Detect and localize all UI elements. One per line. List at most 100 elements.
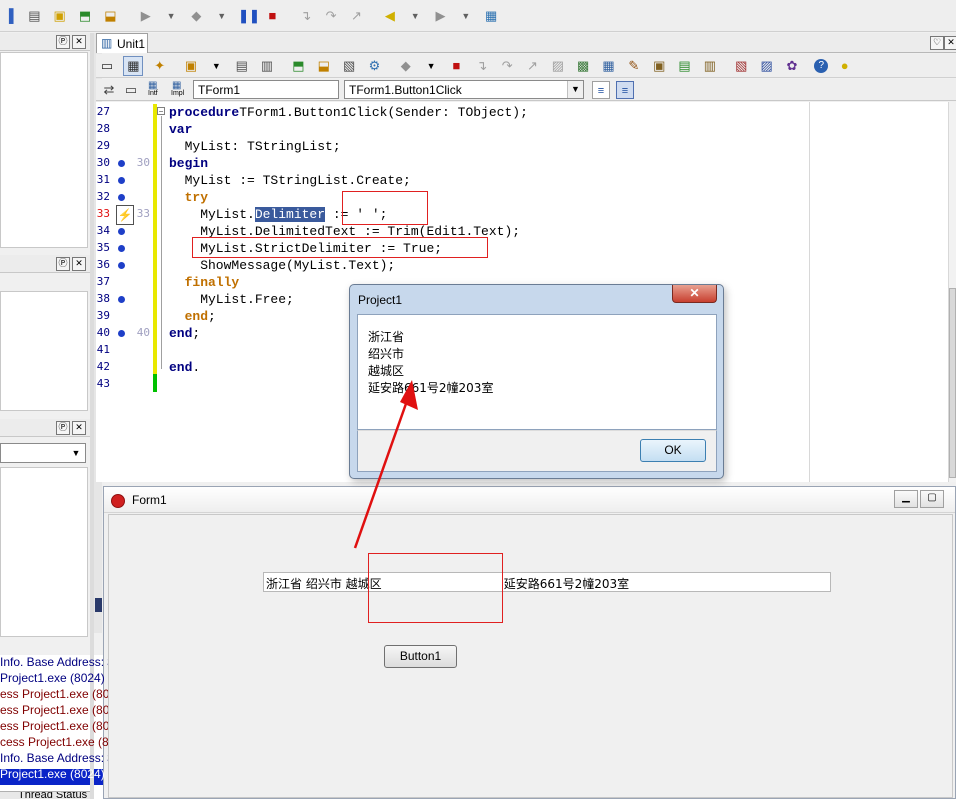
chevron-down-icon[interactable]: ▼ [457,7,475,25]
thread-status-tab[interactable]: Thread Status [0,791,90,799]
editor-vscrollbar[interactable] [948,102,956,482]
stop-icon[interactable]: ■ [447,57,465,75]
evaluate-icon[interactable]: ▨ [549,57,567,75]
forward-arrow-icon[interactable]: ▶ [432,7,450,25]
event-log-line[interactable]: Info. Base Address: $ [0,751,108,765]
executable-line-dot[interactable] [118,330,125,337]
align-right-icon[interactable]: ≡ [616,81,634,99]
breakpoint-execution-icon[interactable]: ⚡ [116,205,134,225]
help-book-icon[interactable]: ▦ [482,7,500,25]
align-left-icon[interactable]: ≡ [592,81,610,99]
toggle-form-icon[interactable]: ⇄ [100,81,118,99]
code-line[interactable]: 36 ShowMessage(MyList.Text); [96,257,808,274]
close-icon[interactable]: ✕ [72,421,86,435]
pin-icon[interactable]: Ⓟ [56,257,70,271]
executable-line-dot[interactable] [118,177,125,184]
code-view-icon[interactable]: ▦ [123,56,144,76]
code-line[interactable]: 32 try [96,189,808,206]
chevron-down-icon[interactable]: ▼ [207,57,225,75]
close-icon[interactable]: ✕ [72,257,86,271]
button1[interactable]: Button1 [384,645,457,668]
component-icon-2[interactable]: ▦ [600,57,618,75]
executable-line-dot[interactable] [118,228,125,235]
code-line[interactable]: 31 MyList := TStringList.Create; [96,172,808,189]
event-log-line[interactable]: Project1.exe (8024) [0,767,105,781]
run-to-cursor-icon[interactable]: ↗ [347,7,365,25]
chevron-down-icon[interactable]: ▼ [567,81,583,98]
method-combo[interactable]: TForm1.Button1Click ▼ [344,80,584,99]
add-file-icon[interactable]: ⬒ [76,7,94,25]
tab-list-icon[interactable]: ♡ [930,36,944,50]
step-into-icon[interactable]: ↴ [473,57,491,75]
code-line[interactable]: 30 30 begin [96,155,808,172]
executable-line-dot[interactable] [118,296,125,303]
code-line[interactable]: 33 33 MyList.Delimiter := ' '; [96,206,808,223]
code-line[interactable]: 28 var [96,121,808,138]
toolbar-icon-1[interactable]: ▐ [0,7,18,25]
step-over-icon[interactable]: ↷ [498,57,516,75]
chevron-down-icon[interactable]: ▼ [162,7,180,25]
run-icon[interactable]: ◆ [397,57,415,75]
chevron-down-icon[interactable]: ▼ [68,445,84,461]
class-combo[interactable]: TForm1 [193,80,339,99]
edit1-field[interactable]: 浙江省 绍兴市 越城区 延安路661号2幢203室 [263,572,831,592]
save-icon[interactable]: ▤ [233,57,251,75]
tab-unit1[interactable]: ▥ Unit1 [96,33,148,53]
run-icon[interactable]: ▶ [137,7,155,25]
remove-file-icon[interactable]: ⬓ [101,7,119,25]
component-icon-6[interactable]: ▨ [758,57,776,75]
close-icon[interactable]: ✕ [72,35,86,49]
component-icon-4[interactable]: ▥ [701,57,719,75]
save-all-icon[interactable]: ▥ [258,57,276,75]
maximize-button[interactable]: ▢ [920,490,944,508]
pin-icon[interactable]: Ⓟ [56,35,70,49]
package-icon[interactable]: ▣ [650,57,668,75]
close-icon[interactable]: ✕ [944,36,956,50]
run-without-debug-icon[interactable]: ◆ [187,7,205,25]
event-log-line[interactable]: Info. Base Address: $ [0,655,108,669]
new-item-icon[interactable]: ✦ [151,57,169,75]
chevron-down-icon[interactable]: ▼ [406,7,424,25]
event-log-line[interactable]: cess Project1.exe (80 [0,735,108,749]
chevron-down-icon[interactable]: ▼ [422,57,440,75]
executable-line-dot[interactable] [118,160,125,167]
step-over-icon[interactable]: ↷ [322,7,340,25]
event-log-line[interactable]: ess Project1.exe (802 [0,703,108,717]
open-icon[interactable]: ▣ [182,57,200,75]
scroll-thumb[interactable] [949,288,956,478]
open-project-icon[interactable]: ▣ [51,7,69,25]
save-all-icon[interactable]: ▤ [25,7,43,25]
event-log-line[interactable]: ess Project1.exe (802 [0,687,108,701]
event-log-line[interactable]: Project1.exe (8024) [0,671,105,685]
chevron-down-icon[interactable]: ▼ [213,7,231,25]
remove-from-project-icon[interactable]: ⬓ [315,57,333,75]
edit-icon[interactable]: ✎ [625,57,643,75]
ok-button[interactable]: OK [640,439,706,462]
toggle-icon[interactable]: ▧ [340,57,358,75]
executable-line-dot[interactable] [118,194,125,201]
tip-bulb-icon[interactable]: ● [836,57,854,75]
executable-line-dot[interactable] [118,245,125,252]
component-icon-7[interactable]: ✿ [783,57,801,75]
step-into-icon[interactable]: ↴ [297,7,315,25]
code-line[interactable]: 27 procedureTForm1.Button1Click(Sender: T… [96,104,808,121]
code-line[interactable]: 29 MyList: TStringList; [96,138,808,155]
pause-icon[interactable]: ❚❚ [238,7,260,25]
intf-button[interactable]: ▦ Intf [146,80,164,100]
minimize-button[interactable]: ▁ [894,490,918,508]
add-to-project-icon[interactable]: ⬒ [289,57,307,75]
trace-icon[interactable]: ↗ [524,57,542,75]
object-inspector-combo[interactable]: ▼ [0,443,86,463]
executable-line-dot[interactable] [118,262,125,269]
pin-icon[interactable]: Ⓟ [56,421,70,435]
back-arrow-icon[interactable]: ◀ [381,7,399,25]
help-icon[interactable]: ? [814,59,829,73]
component-icon-5[interactable]: ▧ [732,57,750,75]
component-icon-3[interactable]: ▤ [676,57,694,75]
impl-button[interactable]: ▦ Impl [170,80,190,100]
form-view-icon[interactable]: ▭ [98,57,116,75]
component-icon-1[interactable]: ▩ [574,57,592,75]
window-list-icon[interactable]: ▭ [122,81,140,99]
stop-icon[interactable]: ■ [263,7,281,25]
event-log-line[interactable]: ess Project1.exe (802 [0,719,108,733]
